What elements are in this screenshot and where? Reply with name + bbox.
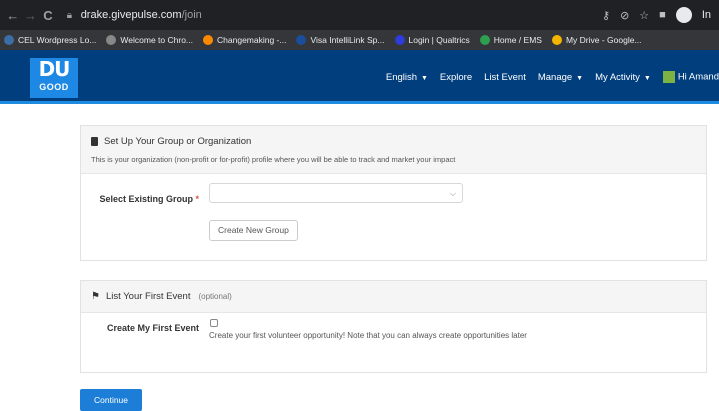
create-first-event-help: Create your first volunteer opportunity!… — [209, 331, 527, 340]
select-group-label-text: Select Existing Group — [99, 194, 193, 204]
nav-list-event[interactable]: List Event — [484, 72, 526, 83]
nav-activity-label: My Activity — [595, 71, 640, 83]
nav-language[interactable]: English ▼ — [386, 72, 428, 83]
create-first-event-checkbox[interactable] — [210, 319, 218, 327]
user-avatar-icon — [662, 71, 675, 83]
bookmark-label: My Drive - Google... — [565, 35, 642, 45]
bookmarks-bar: CEL Wordpress Lo... Welcome to Chro... Cha… — [0, 30, 719, 50]
back-icon[interactable]: ← — [4, 8, 22, 23]
drive-icon — [551, 35, 562, 45]
group-panel-title-row: Set Up Your Group or Organization — [91, 136, 696, 147]
bookmark-label: Changemaking -... — [217, 35, 287, 45]
top-nav: English ▼ Explore List Event Manage ▼ My… — [386, 50, 719, 104]
group-panel-description: This is your organization (non-profit or… — [91, 155, 456, 164]
circle-icon — [203, 35, 214, 45]
caret-down-icon: ▼ — [641, 74, 651, 82]
group-panel: Set Up Your Group or Organization This i… — [80, 125, 707, 261]
group-panel-header: Set Up Your Group or Organization This i… — [81, 126, 706, 174]
create-first-event-label: Create My First Event — [106, 323, 199, 333]
toolbar-icons: ⚷ ⊘ ☆ ■ In — [602, 7, 719, 23]
du-good-logo[interactable]: DU GOOD — [30, 58, 78, 98]
visa-icon — [296, 35, 307, 45]
optional-label: (optional) — [198, 292, 232, 301]
chrome-icon — [106, 35, 117, 45]
profile-avatar-icon[interactable] — [675, 7, 692, 23]
bookmark-item[interactable]: Login | Qualtrics — [394, 35, 470, 45]
bookmark-label: Visa IntelliLink Sp... — [310, 35, 385, 45]
nav-language-label: English — [385, 71, 418, 83]
event-panel-title: List Your First Event — [105, 291, 191, 302]
qualtrics-icon — [394, 35, 405, 45]
bookmark-item[interactable]: CEL Wordpress Lo... — [4, 35, 96, 45]
lock-icon: 🔒︎ — [66, 9, 73, 21]
browser-toolbar: ← → C 🔒︎ drake.givepulse.com/join ⚷ ⊘ ☆ … — [0, 0, 719, 30]
select-existing-group[interactable]: ⌵ — [209, 183, 463, 203]
continue-button[interactable]: Continue — [80, 389, 142, 411]
event-panel-title-row: ⚑ List Your First Event (optional) — [91, 291, 696, 302]
logo-du: DU — [38, 57, 71, 81]
url-host: drake.givepulse.com — [80, 9, 182, 21]
nav-explore[interactable]: Explore — [440, 72, 472, 83]
chevron-down-icon: ⌵ — [449, 189, 456, 198]
forward-icon[interactable]: → — [22, 8, 40, 23]
select-group-label: Select Existing Group * — [81, 194, 199, 204]
wordpress-icon — [4, 35, 14, 45]
nav-greeting: Hi Amand — [677, 71, 719, 83]
group-panel-title: Set Up Your Group or Organization — [104, 136, 252, 147]
key-icon[interactable]: ⚷ — [602, 9, 610, 22]
book-icon — [91, 137, 98, 146]
nav-manage-label: Manage — [537, 71, 573, 83]
event-panel-header: ⚑ List Your First Event (optional) — [81, 281, 706, 313]
required-mark: * — [195, 194, 199, 204]
profile-label[interactable]: In — [702, 9, 711, 21]
reload-icon[interactable]: C — [39, 8, 57, 23]
ems-icon — [479, 35, 490, 45]
bookmark-label: Login | Qualtrics — [408, 35, 470, 45]
bookmark-label: CEL Wordpress Lo... — [18, 35, 97, 45]
bookmark-item[interactable]: Changemaking -... — [203, 35, 286, 45]
bookmark-item[interactable]: Visa IntelliLink Sp... — [296, 35, 385, 45]
logo-good: GOOD — [39, 82, 69, 92]
caret-down-icon: ▼ — [574, 74, 584, 82]
bookmark-label: Welcome to Chro... — [120, 35, 194, 45]
bookmark-item[interactable]: My Drive - Google... — [551, 35, 642, 45]
url-path: /join — [181, 9, 202, 21]
nav-manage[interactable]: Manage ▼ — [538, 72, 583, 83]
caret-down-icon: ▼ — [419, 74, 428, 82]
bookmark-item[interactable]: Welcome to Chro... — [106, 35, 193, 45]
star-icon[interactable]: ☆ — [639, 9, 649, 22]
tab-icon[interactable]: ■ — [659, 9, 666, 21]
nav-user[interactable]: Hi Amand — [662, 71, 719, 83]
flag-icon: ⚑ — [91, 291, 100, 302]
create-new-group-button[interactable]: Create New Group — [209, 220, 298, 241]
eye-off-icon[interactable]: ⊘ — [620, 9, 629, 22]
bookmark-item[interactable]: Home / EMS — [479, 35, 542, 45]
nav-my-activity[interactable]: My Activity ▼ — [595, 72, 651, 83]
address-bar[interactable]: 🔒︎ drake.givepulse.com/join — [60, 3, 603, 27]
site-header: DU GOOD English ▼ Explore List Event Man… — [0, 50, 719, 104]
event-panel: ⚑ List Your First Event (optional) Creat… — [80, 280, 707, 373]
bookmark-label: Home / EMS — [493, 35, 542, 45]
